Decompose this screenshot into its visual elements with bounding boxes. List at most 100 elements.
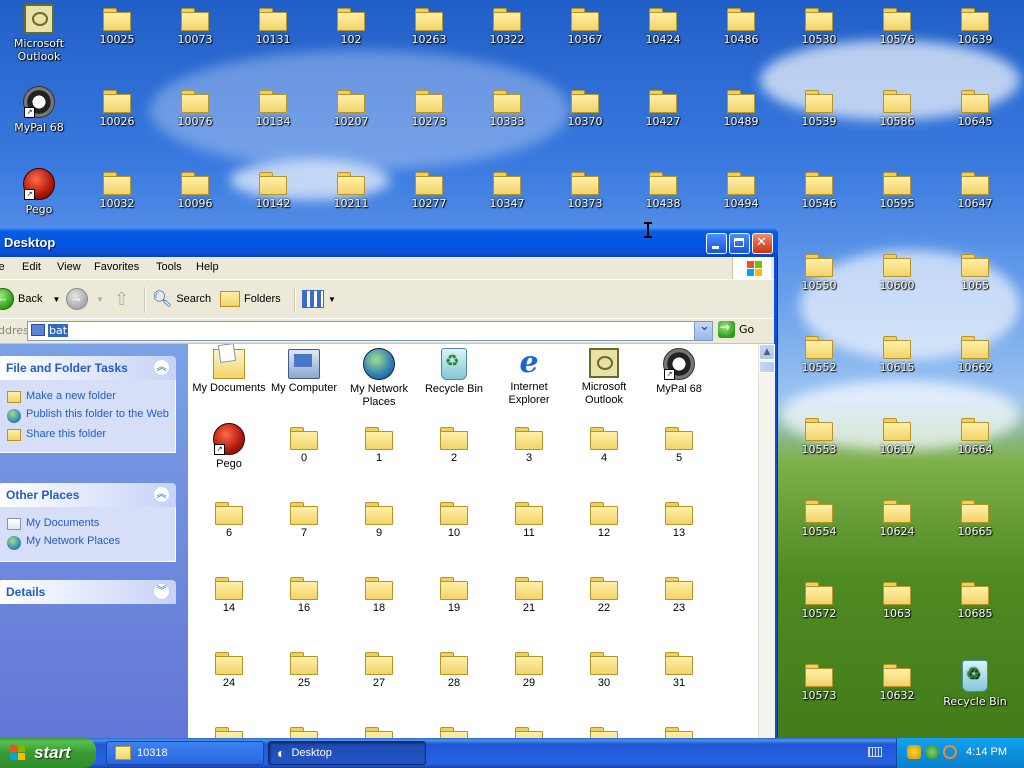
desktop-icon[interactable]: 10546 [781,166,857,210]
file-item[interactable]: 11 [492,496,566,540]
file-item[interactable]: 13 [642,496,716,540]
maximize-button[interactable] [729,233,750,254]
back-dropdown-icon[interactable]: ▼ [52,295,60,304]
my-network-places-link[interactable]: My Network Places [7,535,169,550]
clock[interactable]: 4:14 PM [966,746,1007,758]
desktop-icon[interactable]: 10211 [313,166,389,210]
file-item[interactable]: 19 [417,571,491,615]
desktop-icon[interactable]: 10096 [157,166,233,210]
desktop-icon[interactable]: 10664 [937,412,1013,456]
desktop-icon[interactable]: 10489 [703,84,779,128]
share-folder-link[interactable]: Share this folder [7,428,169,441]
file-item[interactable]: Recycle Bin [417,346,491,396]
desktop-icon[interactable]: 10373 [547,166,623,210]
window-titlebar[interactable]: Desktop [0,228,778,257]
address-dropdown-button[interactable] [694,319,712,340]
desktop-icon[interactable]: 1065 [937,248,1013,292]
file-item[interactable]: 12 [567,496,641,540]
desktop-icon[interactable]: 10586 [859,84,935,128]
search-tray-icon[interactable] [943,745,957,759]
desktop-icon[interactable]: 10273 [391,84,467,128]
up-folder-button[interactable]: ⇧ [114,288,129,310]
keyboard-layout-icon[interactable] [868,747,882,757]
file-item[interactable]: My Computer [267,346,341,395]
forward-button[interactable]: ▼ [66,288,104,310]
desktop-icon[interactable]: 10685 [937,576,1013,620]
desktop-icon[interactable]: 10367 [547,2,623,46]
vertical-scrollbar[interactable]: ▲ [758,344,775,740]
views-button[interactable]: ▼ [302,288,336,310]
file-item[interactable]: 21 [492,571,566,615]
go-button[interactable]: Go [718,320,754,338]
file-item[interactable]: Microsoft Outlook [567,346,641,407]
file-item[interactable]: 29 [492,646,566,690]
desktop-icon[interactable]: 10662 [937,330,1013,374]
desktop-icon[interactable]: 10026 [79,84,155,128]
network-status-icon[interactable] [925,745,939,759]
desktop-icon[interactable]: 10347 [469,166,545,210]
desktop-icon[interactable]: 10486 [703,2,779,46]
file-item[interactable]: 1 [342,421,416,465]
publish-folder-link[interactable]: Publish this folder to the Web [7,408,169,423]
collapse-chevron-icon[interactable]: ︽ [153,359,170,376]
file-item[interactable]: 2 [417,421,491,465]
desktop-icon[interactable]: 10615 [859,330,935,374]
desktop-icon[interactable]: 10665 [937,494,1013,538]
desktop-icon[interactable]: 10427 [625,84,701,128]
file-item[interactable]: 9 [342,496,416,540]
file-item[interactable]: 22 [567,571,641,615]
my-documents-link[interactable]: My Documents [7,517,169,530]
desktop-icon[interactable]: 10142 [235,166,311,210]
file-item[interactable]: 4 [567,421,641,465]
file-item[interactable]: 23 [642,571,716,615]
desktop-icon[interactable]: 10552 [781,330,857,374]
desktop-icon[interactable]: 10134 [235,84,311,128]
desktop-icon[interactable]: 10595 [859,166,935,210]
desktop-icon[interactable]: 10530 [781,2,857,46]
file-item[interactable]: 24 [192,646,266,690]
taskbar-button-desktop[interactable]: ◐ Desktop [268,741,426,765]
desktop-icon[interactable]: 10550 [781,248,857,292]
desktop-icon[interactable]: 10277 [391,166,467,210]
file-item[interactable]: 31 [642,646,716,690]
desktop-icon[interactable]: 10572 [781,576,857,620]
file-item[interactable]: 7 [267,496,341,540]
desktop-icon[interactable]: 10076 [157,84,233,128]
menu-help[interactable]: Help [196,261,219,273]
menu-favorites[interactable]: Favorites [94,261,139,273]
start-button[interactable]: start [0,738,96,768]
close-button[interactable] [752,233,773,254]
desktop-icon[interactable]: 10424 [625,2,701,46]
desktop-icon[interactable]: 10539 [781,84,857,128]
security-shield-icon[interactable] [907,745,921,759]
menu-edit[interactable]: Edit [22,261,41,273]
desktop-icon[interactable]: 10370 [547,84,623,128]
desktop-icon[interactable]: 1063 [859,576,935,620]
desktop-icon[interactable]: 10263 [391,2,467,46]
desktop-icon[interactable]: 10647 [937,166,1013,210]
desktop-icon[interactable]: 10073 [157,2,233,46]
desktop-icon[interactable]: 102 [313,2,389,46]
file-item[interactable]: My Documents [192,346,266,395]
menu-tools[interactable]: Tools [156,261,182,273]
desktop-icon[interactable]: 10494 [703,166,779,210]
desktop-icon[interactable]: 10617 [859,412,935,456]
address-input[interactable]: bat [27,319,713,341]
file-item[interactable]: 18 [342,571,416,615]
forward-dropdown-icon[interactable]: ▼ [96,295,104,304]
search-button[interactable]: 🔍︎ Search [152,288,211,310]
make-new-folder-link[interactable]: Make a new folder [7,390,169,403]
file-item[interactable]: My Network Places [342,346,416,409]
desktop-icon[interactable]: 10573 [781,658,857,702]
file-item[interactable]: 27 [342,646,416,690]
desktop-icon[interactable]: 10207 [313,84,389,128]
expand-chevron-icon[interactable]: ︾ [153,583,170,600]
menu-file[interactable]: le [0,261,5,273]
file-item[interactable]: 16 [267,571,341,615]
desktop-icon[interactable]: 10322 [469,2,545,46]
file-item[interactable]: 0 [267,421,341,465]
file-item[interactable]: 3 [492,421,566,465]
file-item[interactable]: ↗ MyPal 68 [642,346,716,396]
scroll-up-button[interactable]: ▲ [759,344,775,360]
desktop-icon[interactable]: 10333 [469,84,545,128]
